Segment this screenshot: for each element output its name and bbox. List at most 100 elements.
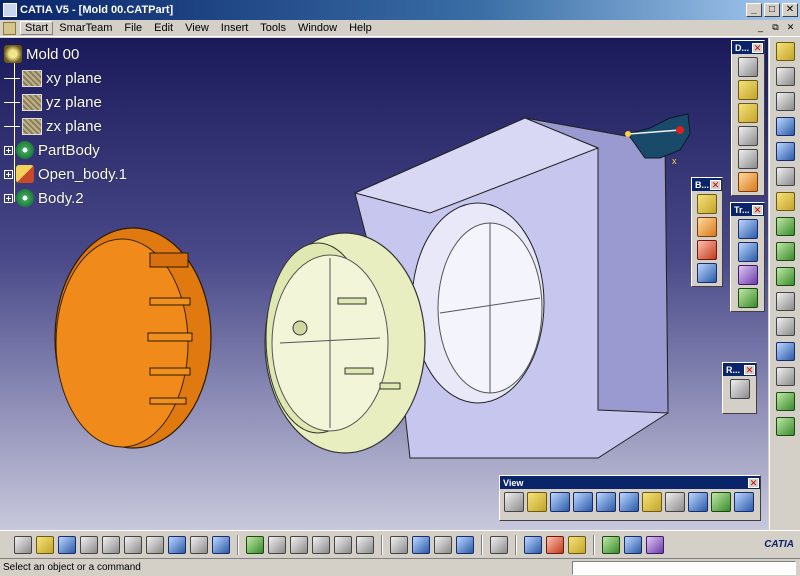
tree-item-yz-plane[interactable]: yz plane xyxy=(4,90,127,114)
menu-view[interactable]: View xyxy=(179,22,215,34)
3d-compass-icon[interactable] xyxy=(624,535,642,554)
axis-system-icon[interactable] xyxy=(334,535,352,554)
menu-help[interactable]: Help xyxy=(343,22,378,34)
maximize-button[interactable]: □ xyxy=(764,3,780,17)
translation-icon[interactable] xyxy=(737,219,758,239)
toolbar-b-header[interactable]: B... ✕ xyxy=(692,178,722,191)
document-icon[interactable] xyxy=(3,21,16,35)
fill-icon[interactable] xyxy=(775,192,795,211)
tree-item-body-2[interactable]: Body.2 xyxy=(4,186,127,210)
measure-item-icon[interactable] xyxy=(546,535,564,554)
copy-icon[interactable] xyxy=(124,535,142,554)
scaling-icon[interactable] xyxy=(737,288,758,308)
expand-icon[interactable] xyxy=(4,193,13,203)
swap-space-icon[interactable] xyxy=(734,492,754,512)
toolbar-r-close-button[interactable]: ✕ xyxy=(744,364,755,375)
normal-view-icon[interactable] xyxy=(642,492,662,512)
views-icon[interactable] xyxy=(665,492,685,512)
zoom-out-icon[interactable] xyxy=(619,492,639,512)
menu-edit[interactable]: Edit xyxy=(148,22,179,34)
revolve-icon[interactable] xyxy=(775,142,795,161)
fit-all-icon[interactable] xyxy=(527,492,547,512)
tree-item-root[interactable]: Mold 00 xyxy=(4,42,127,66)
toolbar-view-close-button[interactable]: ✕ xyxy=(748,477,759,488)
doc-restore-button[interactable]: ⧉ xyxy=(769,22,782,34)
measure-icon[interactable] xyxy=(775,417,795,436)
hide-show-icon[interactable] xyxy=(711,492,731,512)
menu-file[interactable]: File xyxy=(118,22,148,34)
toolbar-b-close-button[interactable]: ✕ xyxy=(710,179,721,190)
formula-icon[interactable] xyxy=(390,535,408,554)
3d-viewport[interactable]: x Mold 00 xy plane yz plane zx plane Par… xyxy=(0,38,768,530)
catalog-icon[interactable] xyxy=(490,535,508,554)
table-icon[interactable] xyxy=(434,535,452,554)
rectangular-pattern-icon[interactable] xyxy=(737,265,758,285)
analysis-icon[interactable] xyxy=(646,535,664,554)
add-body-icon[interactable] xyxy=(697,217,717,237)
toolbar-tr-close-button[interactable]: ✕ xyxy=(752,204,763,215)
render-style-icon[interactable] xyxy=(688,492,708,512)
join-icon[interactable] xyxy=(775,292,795,311)
split-icon[interactable] xyxy=(775,317,795,336)
extract-icon[interactable] xyxy=(775,392,795,411)
mirror-icon[interactable] xyxy=(737,242,758,262)
whats-this-icon[interactable] xyxy=(212,535,230,554)
measure-inertia-icon[interactable] xyxy=(568,535,586,554)
rib-icon[interactable] xyxy=(738,172,758,192)
expand-icon[interactable] xyxy=(4,145,13,155)
expand-icon[interactable] xyxy=(4,169,13,179)
toolbar-d-header[interactable]: D... ✕ xyxy=(732,41,764,54)
comment-icon[interactable] xyxy=(412,535,430,554)
save-icon[interactable] xyxy=(58,535,76,554)
power-input-field[interactable] xyxy=(572,560,796,575)
update-icon[interactable] xyxy=(246,535,264,554)
select-icon[interactable] xyxy=(775,42,795,61)
zoom-in-icon[interactable] xyxy=(596,492,616,512)
offset-icon[interactable] xyxy=(775,167,795,186)
sweep-icon[interactable] xyxy=(775,217,795,236)
fly-mode-icon[interactable] xyxy=(504,492,524,512)
remove-body-icon[interactable] xyxy=(697,240,717,260)
menu-insert[interactable]: Insert xyxy=(215,22,255,34)
print-icon[interactable] xyxy=(80,535,98,554)
point-icon[interactable] xyxy=(729,379,750,399)
open-icon[interactable] xyxy=(36,535,54,554)
boundary-icon[interactable] xyxy=(775,367,795,386)
paste-icon[interactable] xyxy=(146,535,164,554)
datum-icon[interactable] xyxy=(356,535,374,554)
new-icon[interactable] xyxy=(14,535,32,554)
tree-item-open-body[interactable]: Open_body.1 xyxy=(4,162,127,186)
assemble-icon[interactable] xyxy=(697,194,717,214)
intersect-icon[interactable] xyxy=(697,263,717,283)
measure-between-icon[interactable] xyxy=(524,535,542,554)
toolbar-tr-header[interactable]: Tr... ✕ xyxy=(731,203,764,216)
blend-icon[interactable] xyxy=(775,267,795,286)
minimize-button[interactable]: _ xyxy=(746,3,762,17)
menu-smarteam[interactable]: SmarTeam xyxy=(53,22,118,34)
toolbar-d-close-button[interactable]: ✕ xyxy=(752,42,763,53)
exit-workbench-icon[interactable] xyxy=(775,92,795,111)
constraint-icon[interactable] xyxy=(268,535,286,554)
publication-icon[interactable] xyxy=(312,535,330,554)
menu-window[interactable]: Window xyxy=(292,22,343,34)
toolbar-r-header[interactable]: R... ✕ xyxy=(723,363,756,376)
constraint-defined-icon[interactable] xyxy=(290,535,308,554)
doc-close-button[interactable]: ✕ xyxy=(784,22,797,34)
tree-item-xy-plane[interactable]: xy plane xyxy=(4,66,127,90)
toolbar-view-header[interactable]: View ✕ xyxy=(500,476,760,489)
pad-icon[interactable] xyxy=(738,57,758,77)
menu-start[interactable]: Start xyxy=(20,21,54,35)
sketcher-icon[interactable] xyxy=(775,67,795,86)
pan-icon[interactable] xyxy=(550,492,570,512)
doc-minimize-button[interactable]: _ xyxy=(754,22,767,34)
menu-tools[interactable]: Tools xyxy=(254,22,292,34)
tree-item-partbody[interactable]: PartBody xyxy=(4,138,127,162)
shaft-icon[interactable] xyxy=(738,103,758,123)
cut-icon[interactable] xyxy=(102,535,120,554)
hierarchy-icon[interactable] xyxy=(456,535,474,554)
pocket-icon[interactable] xyxy=(738,80,758,100)
groove-icon[interactable] xyxy=(738,126,758,146)
trim-icon[interactable] xyxy=(775,342,795,361)
tree-item-zx-plane[interactable]: zx plane xyxy=(4,114,127,138)
extrude-icon[interactable] xyxy=(775,117,795,136)
